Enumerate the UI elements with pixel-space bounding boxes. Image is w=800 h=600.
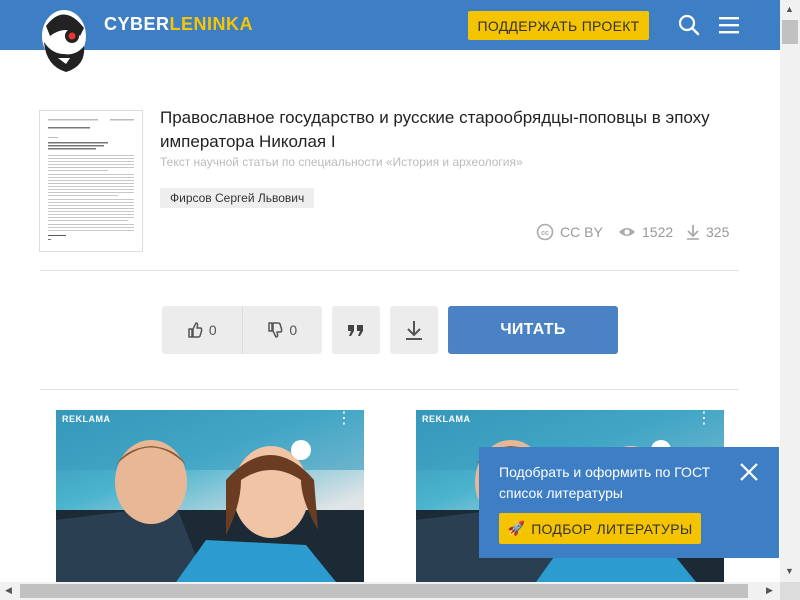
ad-options-icon[interactable]: ⋮ <box>696 411 712 427</box>
hamburger-menu-icon[interactable] <box>718 15 740 35</box>
logo-part-leninka: LENINKA <box>169 14 254 34</box>
scroll-left-arrow-icon[interactable]: ◀ <box>5 585 12 596</box>
license-info[interactable]: cc CC BY <box>536 222 603 242</box>
find-literature-button[interactable]: 🚀 ПОДБОР ЛИТЕРАТУРЫ <box>499 513 701 544</box>
scroll-right-arrow-icon[interactable]: ▶ <box>766 585 773 596</box>
creative-commons-icon: cc <box>536 223 554 241</box>
like-count: 0 <box>208 322 217 338</box>
vertical-scrollbar[interactable]: ▲ ▼ <box>780 0 800 582</box>
views-value: 1522 <box>642 224 674 240</box>
scrollbar-corner <box>780 582 800 600</box>
download-icon <box>406 321 422 340</box>
download-icon <box>687 225 699 240</box>
author-tag[interactable]: Фирсов Сергей Львович <box>160 188 315 208</box>
read-button[interactable]: ЧИТАТЬ <box>448 306 618 354</box>
rocket-icon: 🚀 <box>507 520 526 536</box>
horizontal-scrollbar[interactable]: ◀ ▶ <box>0 582 780 600</box>
popup-message: Подобрать и оформить по ГОСТ список лите… <box>499 464 711 501</box>
license-label: CC BY <box>560 224 603 240</box>
ad-label: REKLAMA <box>62 414 111 424</box>
thumbs-up-icon <box>188 322 203 338</box>
article-subject-link[interactable]: Текст научной статьи по специальности «И… <box>160 155 523 169</box>
thumbs-down-icon <box>268 322 283 338</box>
find-literature-label: ПОДБОР ЛИТЕРАТУРЫ <box>531 520 693 537</box>
logo-part-cyber: CYBER <box>104 14 170 34</box>
bibliography-popup: Подобрать и оформить по ГОСТ список лите… <box>479 447 779 558</box>
article-preview-thumbnail[interactable] <box>39 110 143 252</box>
lenin-robot-logo-icon[interactable] <box>36 6 96 76</box>
article-title: Православное государство и русские старо… <box>160 108 710 151</box>
dislike-count: 0 <box>289 322 298 338</box>
vertical-scroll-thumb[interactable] <box>782 20 798 44</box>
downloads-count: 325 <box>686 222 729 242</box>
site-logo-text[interactable]: CYBERLENINKA <box>104 14 253 35</box>
horizontal-scroll-thumb[interactable] <box>20 584 748 598</box>
dislike-button[interactable]: 0 <box>241 306 323 354</box>
document-page-icon <box>48 119 134 240</box>
divider <box>40 389 739 390</box>
download-button[interactable] <box>390 306 438 354</box>
search-icon[interactable] <box>678 14 700 36</box>
support-project-button[interactable]: ПОДДЕРЖАТЬ ПРОЕКТ <box>468 11 649 40</box>
ad-banner[interactable]: REKLAMA ⋮ <box>56 410 364 582</box>
svg-text:cc: cc <box>541 230 549 237</box>
downloads-value: 325 <box>706 224 730 240</box>
ad-children-photo-icon <box>56 410 364 582</box>
views-count: 1522 <box>618 222 673 242</box>
cite-button[interactable] <box>332 306 380 354</box>
quote-icon <box>348 325 363 336</box>
vote-group: 0 0 <box>162 306 322 354</box>
ad-label: REKLAMA <box>422 414 471 424</box>
like-button[interactable]: 0 <box>162 306 242 354</box>
divider <box>40 270 739 271</box>
scroll-up-arrow-icon[interactable]: ▲ <box>785 4 794 14</box>
ad-options-icon[interactable]: ⋮ <box>336 411 352 427</box>
site-header: CYBERLENINKA ПОДДЕРЖАТЬ ПРОЕКТ <box>0 0 780 72</box>
eye-icon <box>619 228 635 236</box>
scroll-down-arrow-icon[interactable]: ▼ <box>785 566 794 576</box>
close-icon[interactable] <box>740 463 758 481</box>
